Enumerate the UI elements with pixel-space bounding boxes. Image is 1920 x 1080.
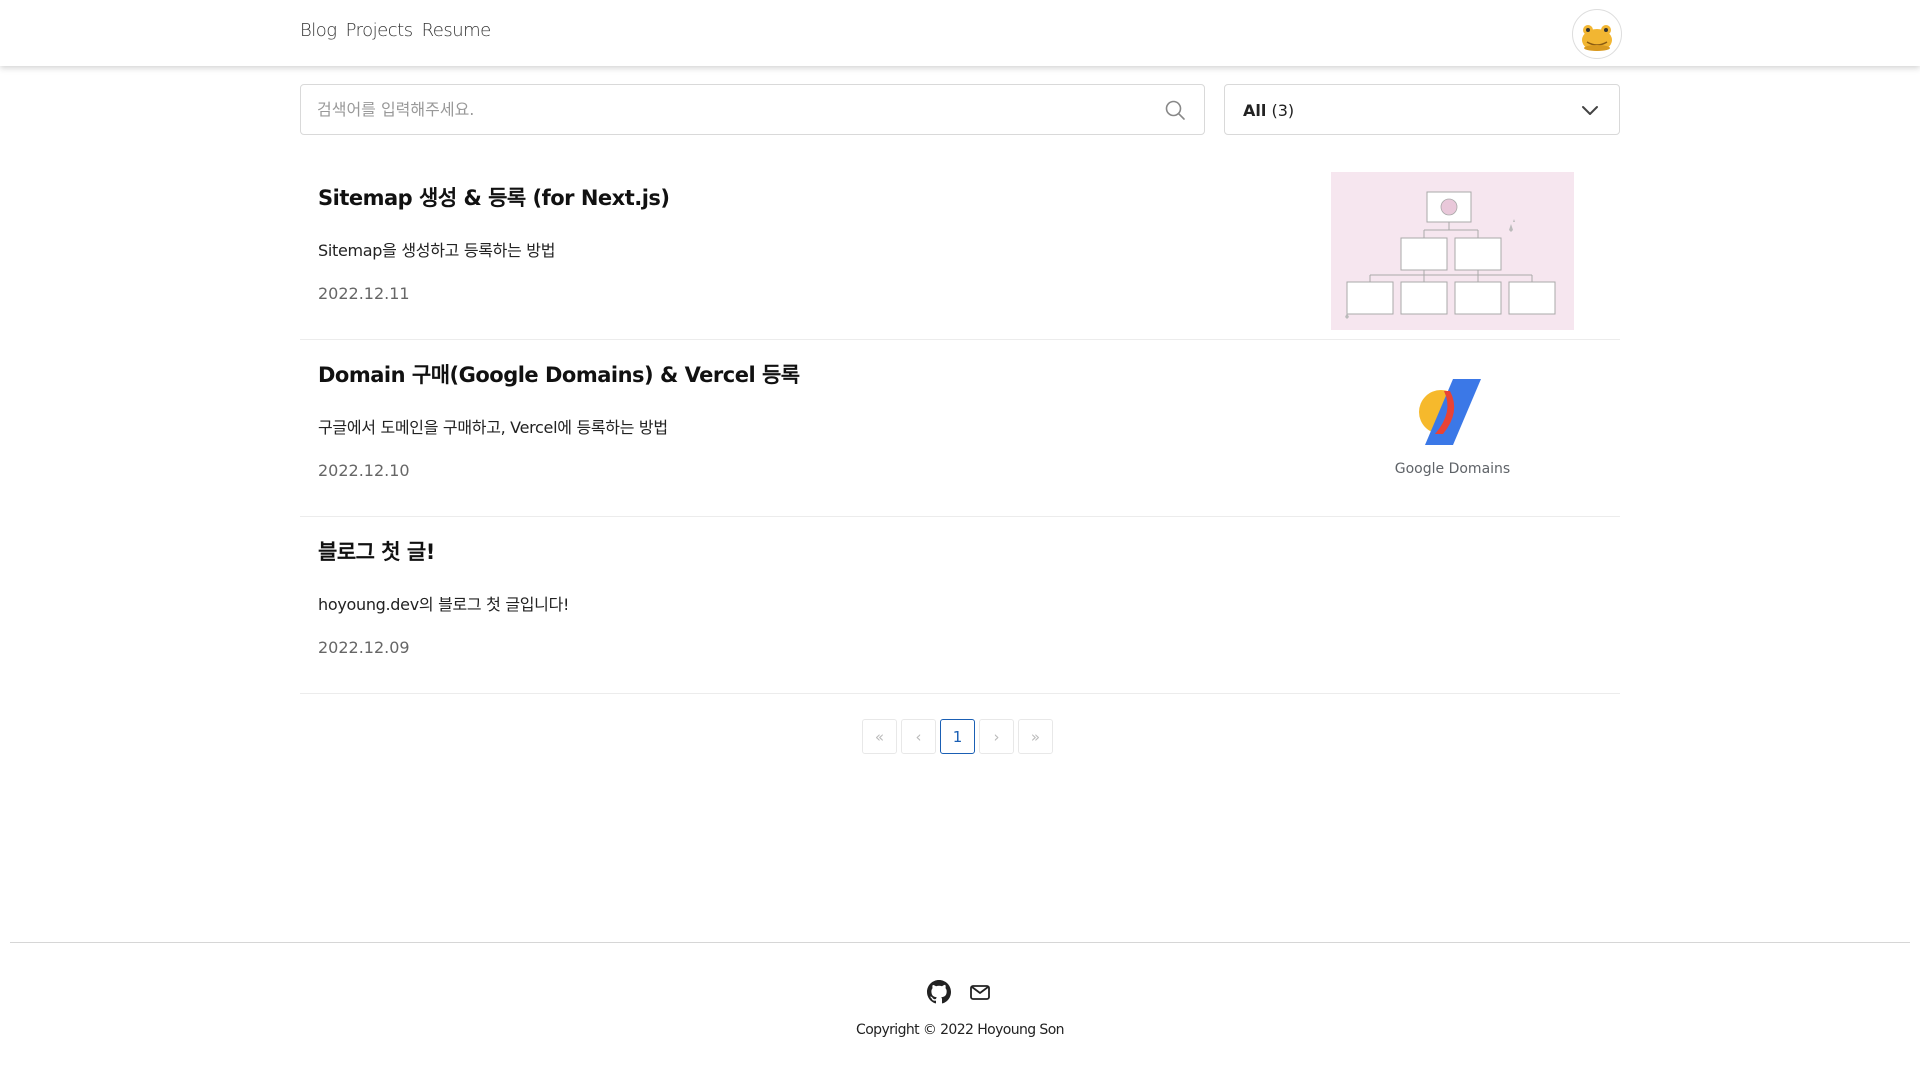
search-box — [300, 84, 1205, 135]
mail-icon[interactable] — [969, 981, 991, 1007]
post-item[interactable]: Domain 구매(Google Domains) & Vercel 등록 구글… — [300, 341, 1620, 517]
footer-divider — [10, 942, 1910, 943]
pagination-first-button[interactable]: « — [862, 719, 897, 754]
github-icon[interactable] — [927, 980, 951, 1008]
search-icon[interactable] — [1164, 99, 1186, 125]
category-select-value: All (3) — [1243, 101, 1294, 120]
chevron-down-icon — [1581, 103, 1599, 122]
category-select-count: (3) — [1271, 101, 1295, 120]
post-description: hoyoung.dev의 블로그 첫 글입니다! — [318, 595, 570, 614]
main-nav: Blog Projects Resume — [300, 20, 491, 41]
post-title[interactable]: 블로그 첫 글! — [318, 536, 435, 566]
avatar[interactable] — [1572, 9, 1622, 59]
post-item[interactable]: Sitemap 생성 & 등록 (for Next.js) Sitemap을 생… — [300, 164, 1620, 340]
google-domains-logo-text: Google Domains — [1394, 461, 1511, 477]
site-header: Blog Projects Resume — [0, 0, 1920, 66]
category-select-label: All — [1243, 101, 1267, 120]
frog-avatar-icon — [1582, 25, 1612, 51]
post-title[interactable]: Domain 구매(Google Domains) & Vercel 등록 — [318, 359, 800, 389]
post-thumbnail-google-domains[interactable]: Google Domains — [1331, 349, 1574, 507]
category-select[interactable]: All (3) — [1224, 84, 1620, 135]
pagination-prev-button[interactable]: ‹ — [901, 719, 936, 754]
post-date: 2022.12.10 — [318, 461, 410, 480]
nav-blog-link[interactable]: Blog — [300, 20, 337, 41]
post-date: 2022.12.09 — [318, 638, 410, 657]
pagination-page-1[interactable]: 1 — [940, 719, 975, 754]
pagination-last-button[interactable]: » — [1018, 719, 1053, 754]
post-item[interactable]: 블로그 첫 글! hoyoung.dev의 블로그 첫 글입니다! 2022.1… — [300, 518, 1620, 694]
post-date: 2022.12.11 — [318, 284, 410, 303]
post-thumbnail-sitemap[interactable] — [1331, 172, 1574, 330]
post-title[interactable]: Sitemap 생성 & 등록 (for Next.js) — [318, 182, 670, 212]
post-description: Sitemap을 생성하고 등록하는 방법 — [318, 241, 556, 260]
copyright-text: Copyright © 2022 Hoyoung Son — [856, 1022, 1065, 1038]
footer-social-links — [927, 980, 991, 1008]
post-description: 구글에서 도메인을 구매하고, Vercel에 등록하는 방법 — [318, 418, 668, 437]
search-input[interactable] — [317, 85, 1137, 134]
pagination-next-button[interactable]: › — [979, 719, 1014, 754]
nav-resume-link[interactable]: Resume — [422, 20, 492, 41]
pagination: « ‹ 1 › » — [862, 719, 1053, 754]
nav-projects-link[interactable]: Projects — [346, 20, 413, 41]
